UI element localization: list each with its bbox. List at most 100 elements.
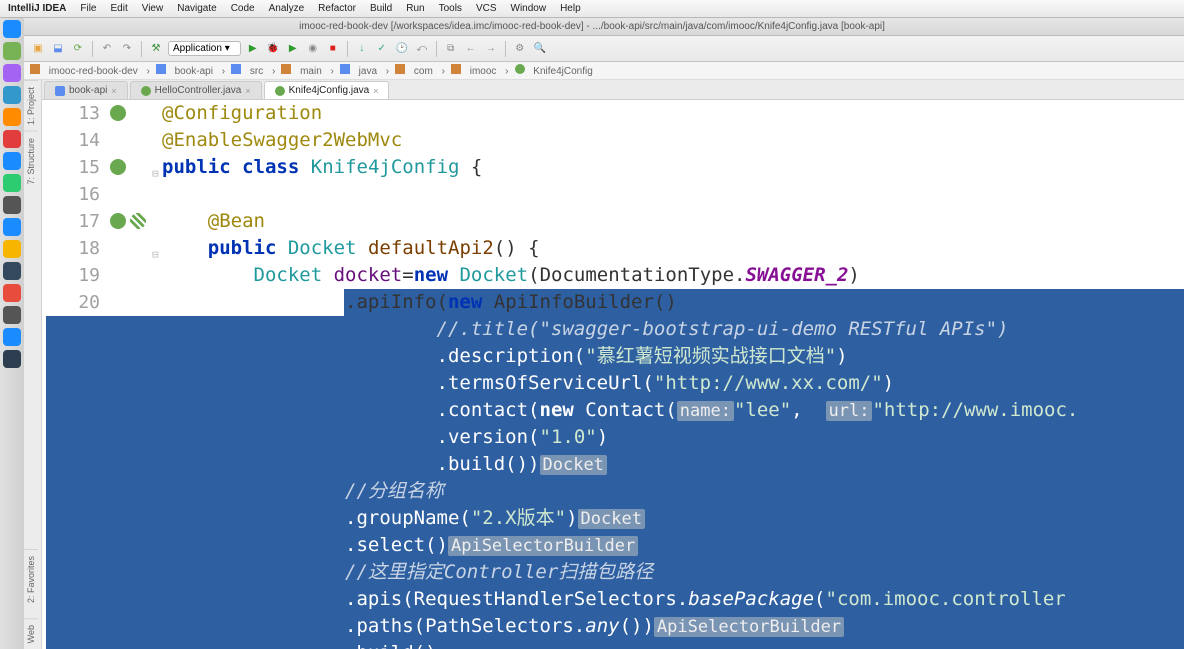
dock-app-icon[interactable] <box>3 64 21 82</box>
dock-app-icon[interactable] <box>3 218 21 236</box>
dock-app-icon[interactable] <box>3 262 21 280</box>
menu-view[interactable]: View <box>142 3 164 14</box>
bc-file[interactable]: Knife4jConfig <box>515 64 599 77</box>
bc-java[interactable]: java › <box>340 64 389 77</box>
code-line[interactable]: //分组名称 <box>162 478 1184 505</box>
code-line[interactable]: .apiInfo(new ApiInfoBuilder() <box>162 289 1184 316</box>
bc-src[interactable]: src › <box>231 64 275 77</box>
settings-icon[interactable]: ⚙ <box>512 41 528 57</box>
menu-vcs[interactable]: VCS <box>476 3 497 14</box>
toolbar-separator <box>436 41 437 57</box>
dock-app-icon[interactable] <box>3 196 21 214</box>
save-icon[interactable]: ⬓ <box>50 41 66 57</box>
fold-indicator-icon[interactable]: ⊟ <box>152 160 159 187</box>
menu-build[interactable]: Build <box>370 3 392 14</box>
code-line[interactable]: @EnableSwagger2WebMvc <box>162 127 1184 154</box>
run-config-selector[interactable]: Application ▾ <box>168 41 241 56</box>
code-line[interactable]: .paths(PathSelectors.any())ApiSelectorBu… <box>162 613 1184 640</box>
vcs-commit-icon[interactable]: ✓ <box>374 41 390 57</box>
fold-indicator-icon[interactable]: ⊟ <box>152 241 159 268</box>
toolbar-separator <box>347 41 348 57</box>
vcs-update-icon[interactable]: ↓ <box>354 41 370 57</box>
code-line[interactable]: public class Knife4jConfig { <box>162 154 1184 181</box>
menu-run[interactable]: Run <box>406 3 424 14</box>
menu-help[interactable]: Help <box>560 3 581 14</box>
code-line[interactable]: .contact(new Contact(name:"lee", url:"ht… <box>162 397 1184 424</box>
editor-tab[interactable]: book-api× <box>44 81 128 99</box>
dock-app-icon[interactable] <box>3 152 21 170</box>
bc-main[interactable]: main › <box>281 64 334 77</box>
menu-refactor[interactable]: Refactor <box>318 3 356 14</box>
editor-tab-active[interactable]: Knife4jConfig.java× <box>264 81 390 99</box>
menu-window[interactable]: Window <box>511 3 547 14</box>
gutter-run-icon[interactable] <box>110 213 126 229</box>
tab-web[interactable]: Web <box>24 618 38 649</box>
run-icon[interactable]: ▶ <box>245 41 261 57</box>
dock-app-icon[interactable] <box>3 108 21 126</box>
structure-icon[interactable]: ⧉ <box>443 41 459 57</box>
bc-com[interactable]: com › <box>395 64 445 77</box>
bc-project[interactable]: imooc-red-book-dev › <box>30 64 150 77</box>
line-number: 13 <box>78 100 100 127</box>
code-line[interactable]: .groupName("2.X版本")Docket <box>162 505 1184 532</box>
forward-icon[interactable]: → <box>483 41 499 57</box>
search-icon[interactable]: 🔍 <box>532 41 548 57</box>
tab-favorites[interactable]: 2: Favorites <box>24 549 38 609</box>
dock-app-icon[interactable] <box>3 328 21 346</box>
code-line[interactable]: //.title("swagger-bootstrap-ui-demo REST… <box>162 316 1184 343</box>
close-icon[interactable]: × <box>111 86 116 96</box>
dock-app-icon[interactable] <box>3 240 21 258</box>
bc-imooc[interactable]: imooc › <box>451 64 509 77</box>
vcs-revert-icon[interactable]: ⤺ <box>414 41 430 57</box>
menu-edit[interactable]: Edit <box>110 3 127 14</box>
code-line[interactable]: //这里指定Controller扫描包路径 <box>162 559 1184 586</box>
gutter-run-icon[interactable] <box>110 105 126 121</box>
dock-app-icon[interactable] <box>3 20 21 38</box>
undo-icon[interactable]: ↶ <box>99 41 115 57</box>
dock-app-icon[interactable] <box>3 42 21 60</box>
menu-navigate[interactable]: Navigate <box>177 3 216 14</box>
code-line[interactable]: .version("1.0") <box>162 424 1184 451</box>
sync-icon[interactable]: ⟳ <box>70 41 86 57</box>
menu-tools[interactable]: Tools <box>439 3 462 14</box>
gutter-run-icon[interactable] <box>130 213 146 229</box>
code-editor[interactable]: 1314151617181920212223242526272829303132… <box>42 100 1184 649</box>
dock-app-icon[interactable] <box>3 306 21 324</box>
code-line[interactable]: Docket docket=new Docket(DocumentationTy… <box>162 262 1184 289</box>
coverage-icon[interactable]: ▶ <box>285 41 301 57</box>
code-line[interactable]: .select()ApiSelectorBuilder <box>162 532 1184 559</box>
code-line[interactable] <box>162 181 1184 208</box>
editor-tab[interactable]: HelloController.java× <box>130 81 262 99</box>
debug-icon[interactable]: 🐞 <box>265 41 281 57</box>
gutter-run-icon[interactable] <box>110 159 126 175</box>
redo-icon[interactable]: ↷ <box>119 41 135 57</box>
code-line[interactable]: .description("慕红薯短视频实战接口文档") <box>162 343 1184 370</box>
code-line[interactable]: .termsOfServiceUrl("http://www.xx.com/") <box>162 370 1184 397</box>
code-line[interactable]: @Bean <box>162 208 1184 235</box>
dock-app-icon[interactable] <box>3 86 21 104</box>
dock-app-icon[interactable] <box>3 130 21 148</box>
bc-module[interactable]: book-api › <box>156 64 225 77</box>
open-icon[interactable]: ▣ <box>30 41 46 57</box>
dock-app-icon[interactable] <box>3 174 21 192</box>
stop-icon[interactable]: ■ <box>325 41 341 57</box>
tab-project[interactable]: 1: Project <box>24 80 38 131</box>
hammer-icon[interactable]: ⚒ <box>148 41 164 57</box>
macos-menu-bar: IntelliJ IDEA File Edit View Navigate Co… <box>0 0 1184 18</box>
back-icon[interactable]: ← <box>463 41 479 57</box>
code-line[interactable]: @Configuration <box>162 100 1184 127</box>
profile-icon[interactable]: ◉ <box>305 41 321 57</box>
close-icon[interactable]: × <box>373 86 378 96</box>
menu-analyze[interactable]: Analyze <box>269 3 305 14</box>
vcs-history-icon[interactable]: 🕑 <box>394 41 410 57</box>
code-line[interactable]: .apis(RequestHandlerSelectors.basePackag… <box>162 586 1184 613</box>
dock-app-icon[interactable] <box>3 284 21 302</box>
menu-file[interactable]: File <box>80 3 96 14</box>
menu-code[interactable]: Code <box>231 3 255 14</box>
close-icon[interactable]: × <box>245 86 250 96</box>
dock-app-icon[interactable] <box>3 350 21 368</box>
code-line[interactable]: .build(); <box>162 640 1184 649</box>
code-line[interactable]: public Docket defaultApi2() { <box>162 235 1184 262</box>
code-line[interactable]: .build())Docket <box>162 451 1184 478</box>
tab-structure[interactable]: 7: Structure <box>24 131 38 191</box>
